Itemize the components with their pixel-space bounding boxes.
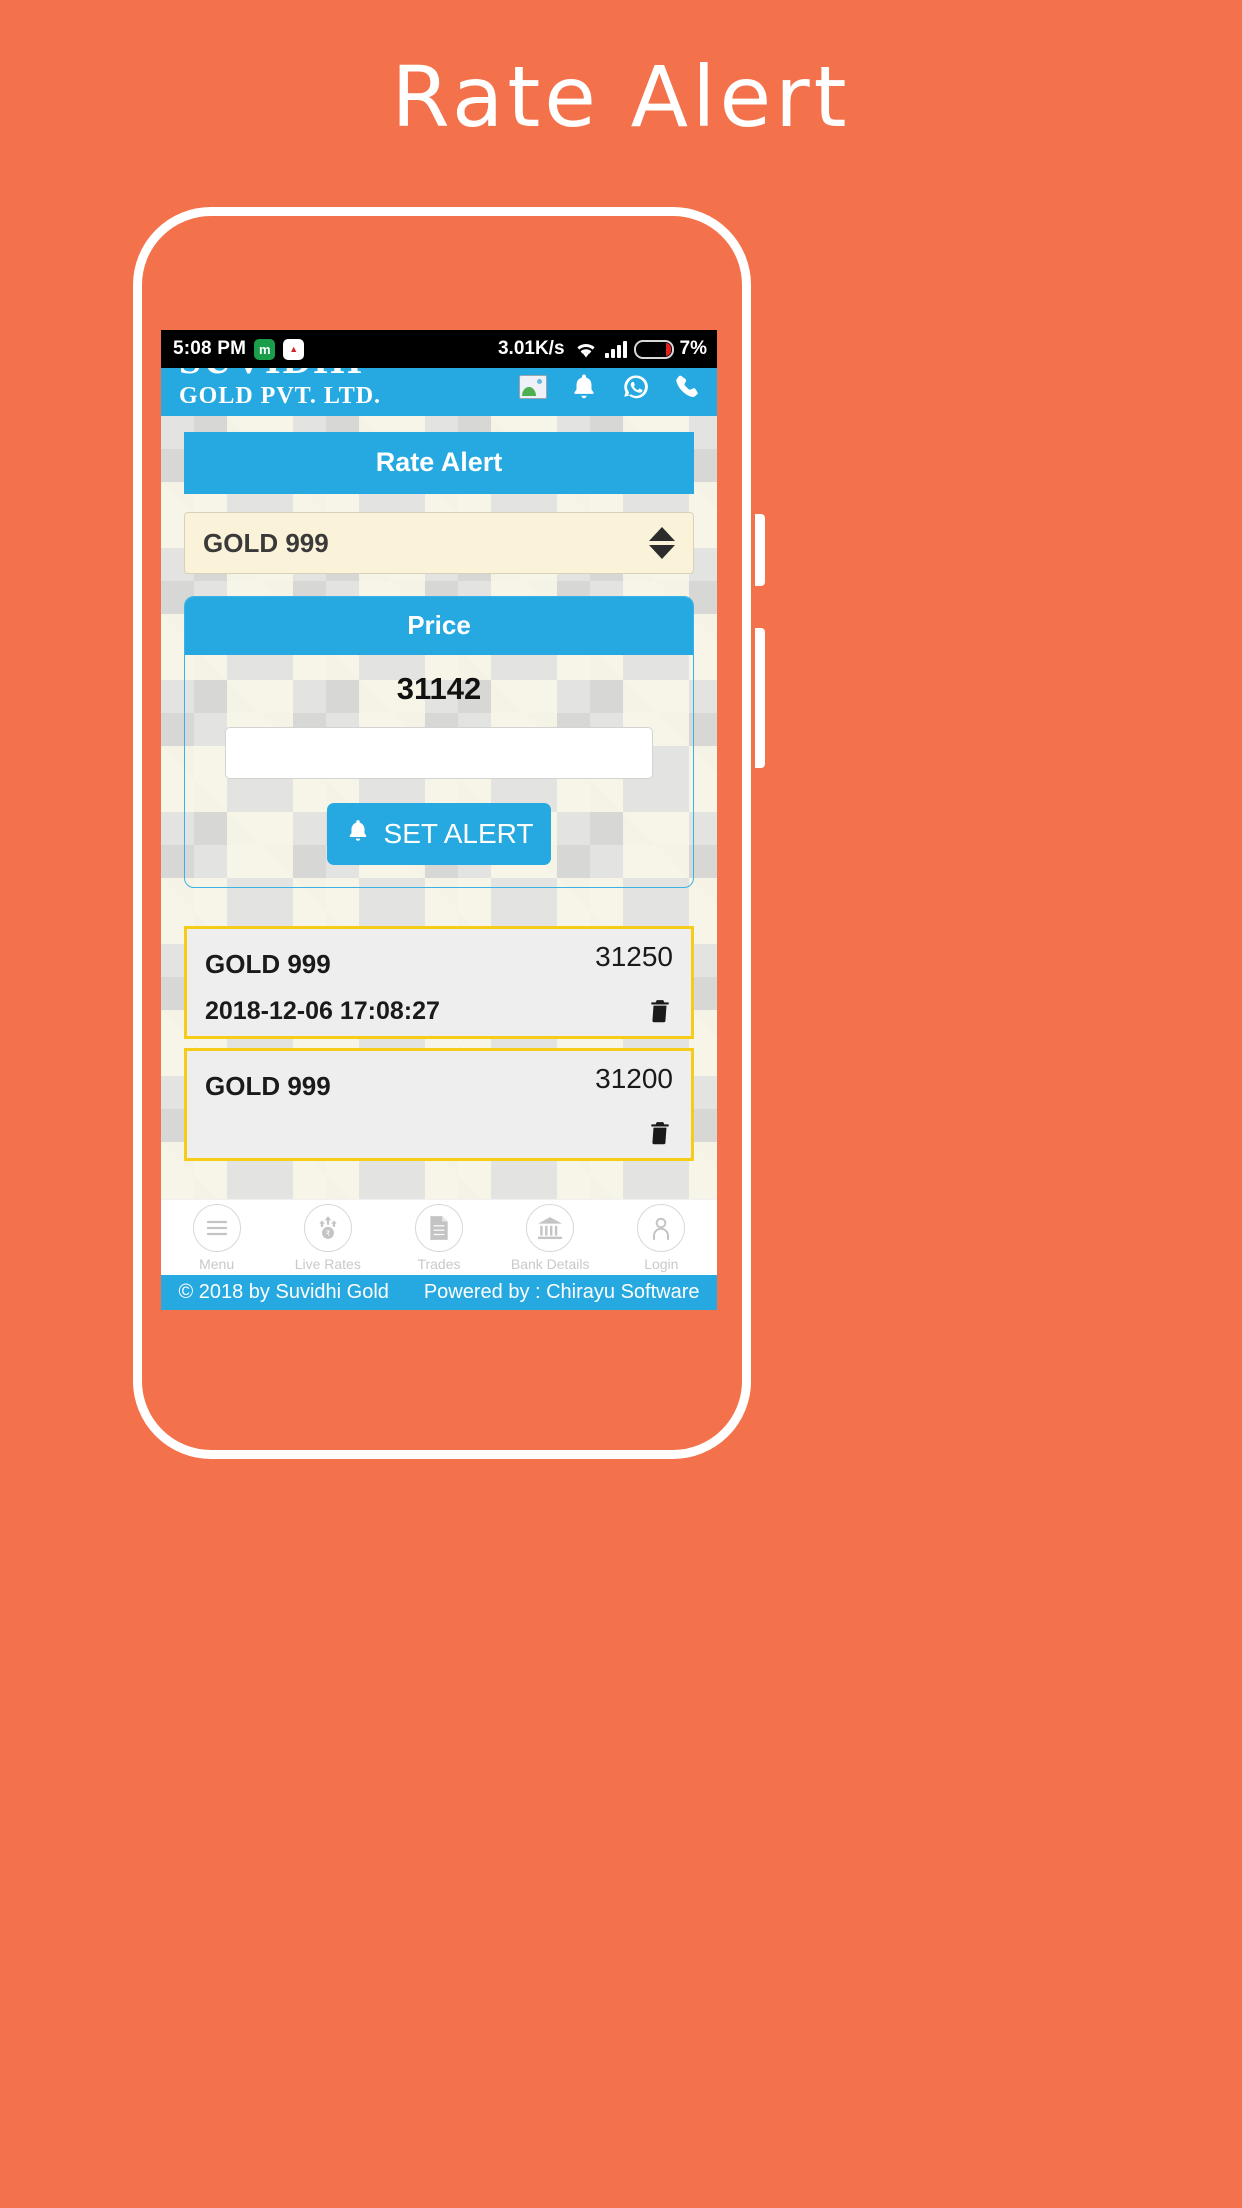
nav-item-menu[interactable]: Menu: [161, 1203, 272, 1272]
list-item[interactable]: GOLD 999 31250 2018-12-06 17:08:27: [184, 926, 694, 1039]
current-price-value: 31142: [396, 671, 482, 706]
up-down-arrows-icon[interactable]: [649, 527, 675, 559]
rupee-arrows-icon: ₹: [303, 1203, 352, 1252]
alert-row-top: GOLD 999 31200: [205, 1063, 673, 1102]
nav-item-live-rates[interactable]: ₹ Live Rates: [272, 1203, 383, 1272]
nav-item-login[interactable]: Login: [606, 1203, 717, 1272]
status-bar: 5:08 PM m ▲ 3.01K/s 7%: [161, 330, 717, 368]
wifi-icon: [574, 340, 598, 359]
trash-icon[interactable]: [647, 1118, 673, 1148]
device-screen: 5:08 PM m ▲ 3.01K/s 7% SUVIDHI GOLD PVT.…: [161, 330, 717, 1310]
nav-label-menu: Menu: [199, 1255, 235, 1272]
page-content: Rate Alert GOLD 999 Price 31142 SET ALER…: [161, 416, 717, 1199]
network-speed-label: 3.01K/s: [497, 338, 565, 359]
battery-icon: [633, 339, 674, 359]
section-title-bar: Rate Alert: [184, 432, 694, 494]
nav-item-trades[interactable]: Trades: [383, 1203, 494, 1272]
notification-app-icon-1: m: [254, 338, 276, 360]
alert-row-top: GOLD 999 31250: [205, 941, 673, 980]
phone-side-button-volume[interactable]: [755, 514, 765, 586]
bell-icon: [345, 818, 371, 851]
user-icon: [637, 1203, 686, 1252]
header-icon-group: [519, 372, 703, 402]
footer-copyright: © 2018 by Suvidhi Gold: [178, 1281, 389, 1303]
product-select[interactable]: GOLD 999: [184, 512, 694, 574]
bell-icon[interactable]: [569, 372, 599, 402]
nav-label-bank-details: Bank Details: [510, 1255, 590, 1272]
whatsapp-icon[interactable]: [621, 372, 651, 402]
nav-item-bank-details[interactable]: Bank Details: [495, 1203, 606, 1272]
bottom-nav: Menu ₹ Live Rates Trades Bank Details Lo…: [161, 1199, 717, 1275]
brand-line-2: GOLD PVT. LTD.: [179, 383, 382, 409]
alert-product-name: GOLD 999: [205, 949, 331, 979]
alert-row-bottom: [205, 1118, 673, 1148]
product-select-value: GOLD 999: [203, 527, 329, 558]
price-panel-body: 31142 SET ALERT: [185, 655, 693, 887]
alert-price-input[interactable]: [225, 727, 653, 779]
set-alert-button[interactable]: SET ALERT: [327, 803, 551, 865]
price-panel-header: Price: [185, 597, 693, 655]
notification-app-icon-2: ▲: [283, 338, 305, 360]
svg-text:₹: ₹: [325, 1229, 330, 1238]
nav-label-login: Login: [644, 1255, 679, 1272]
page-title: Rate Alert: [391, 48, 851, 146]
status-bar-time: 5:08 PM: [173, 338, 247, 359]
trash-icon[interactable]: [647, 996, 673, 1026]
phone-side-button-power[interactable]: [755, 628, 765, 768]
alert-row-bottom: 2018-12-06 17:08:27: [205, 996, 673, 1026]
brand-logo: SUVIDHI GOLD PVT. LTD.: [179, 368, 381, 408]
footer-powered-by: Powered by : Chirayu Software: [423, 1281, 700, 1303]
brand-line-1: SUVIDHI: [179, 368, 381, 380]
price-panel: Price 31142 SET ALERT: [184, 596, 694, 888]
list-item[interactable]: GOLD 999 31200: [184, 1048, 694, 1161]
battery-percent-label: 7%: [679, 338, 707, 359]
image-placeholder-icon: [519, 375, 547, 399]
hamburger-icon: [192, 1203, 241, 1252]
alert-list: GOLD 999 31250 2018-12-06 17:08:27 GOLD …: [184, 926, 694, 1161]
nav-label-live-rates: Live Rates: [294, 1255, 361, 1272]
content-inner: Rate Alert GOLD 999 Price 31142 SET ALER…: [161, 432, 717, 1161]
alert-target-price: 31200: [595, 1063, 673, 1094]
alert-target-price: 31250: [595, 941, 673, 972]
app-header: SUVIDHI GOLD PVT. LTD.: [161, 368, 717, 416]
alert-datetime: 2018-12-06 17:08:27: [205, 996, 440, 1025]
footer: © 2018 by Suvidhi Gold Powered by : Chir…: [161, 1275, 717, 1310]
set-alert-label: SET ALERT: [383, 818, 534, 849]
phone-icon[interactable]: [673, 372, 703, 402]
document-list-icon: [414, 1203, 463, 1252]
bank-icon: [526, 1203, 575, 1252]
alert-product-name: GOLD 999: [205, 1071, 331, 1101]
signal-bars-icon: [604, 340, 627, 358]
nav-label-trades: Trades: [417, 1255, 461, 1272]
